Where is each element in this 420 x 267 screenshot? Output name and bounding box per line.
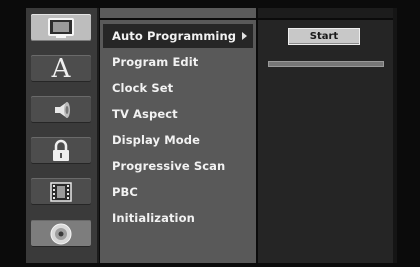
lock-icon[interactable]: [31, 137, 91, 164]
menu-item-label: Initialization: [112, 211, 195, 225]
setup-menu: Auto Programming Program Edit Clock Set …: [100, 20, 256, 263]
disc-icon[interactable]: [31, 220, 91, 247]
menu-item-tv-aspect[interactable]: TV Aspect: [103, 102, 253, 126]
film-icon[interactable]: [31, 178, 91, 205]
setup-screen: A Auto Programming Program Edit Clock Se…: [0, 0, 420, 267]
menu-item-program-edit[interactable]: Program Edit: [103, 50, 253, 74]
menu-item-label: Progressive Scan: [112, 159, 226, 173]
menu-item-label: TV Aspect: [112, 107, 178, 121]
options-panel: [258, 20, 393, 263]
start-button[interactable]: Start: [288, 28, 360, 45]
menu-item-label: PBC: [112, 185, 138, 199]
menu-item-label: Program Edit: [112, 55, 199, 69]
menu-top-strip: [100, 8, 256, 18]
panel-top-strip: [258, 8, 393, 18]
menu-item-initialization[interactable]: Initialization: [103, 206, 253, 230]
speaker-icon[interactable]: [31, 96, 91, 123]
progress-bar: [268, 61, 384, 67]
menu-item-clock-set[interactable]: Clock Set: [103, 76, 253, 100]
menu-item-display-mode[interactable]: Display Mode: [103, 128, 253, 152]
menu-item-label: Display Mode: [112, 133, 200, 147]
menu-item-auto-programming[interactable]: Auto Programming: [103, 24, 253, 48]
menu-item-pbc[interactable]: PBC: [103, 180, 253, 204]
frame-right-border: [393, 8, 397, 263]
language-a-icon[interactable]: A: [31, 55, 91, 82]
menu-item-progressive-scan[interactable]: Progressive Scan: [103, 154, 253, 178]
menu-item-label: Clock Set: [112, 81, 174, 95]
category-sidebar: A: [26, 8, 99, 263]
language-a-glyph: A: [51, 53, 71, 84]
menu-item-label: Auto Programming: [112, 29, 237, 43]
chevron-right-icon: [242, 32, 247, 40]
tv-icon[interactable]: [31, 14, 91, 41]
